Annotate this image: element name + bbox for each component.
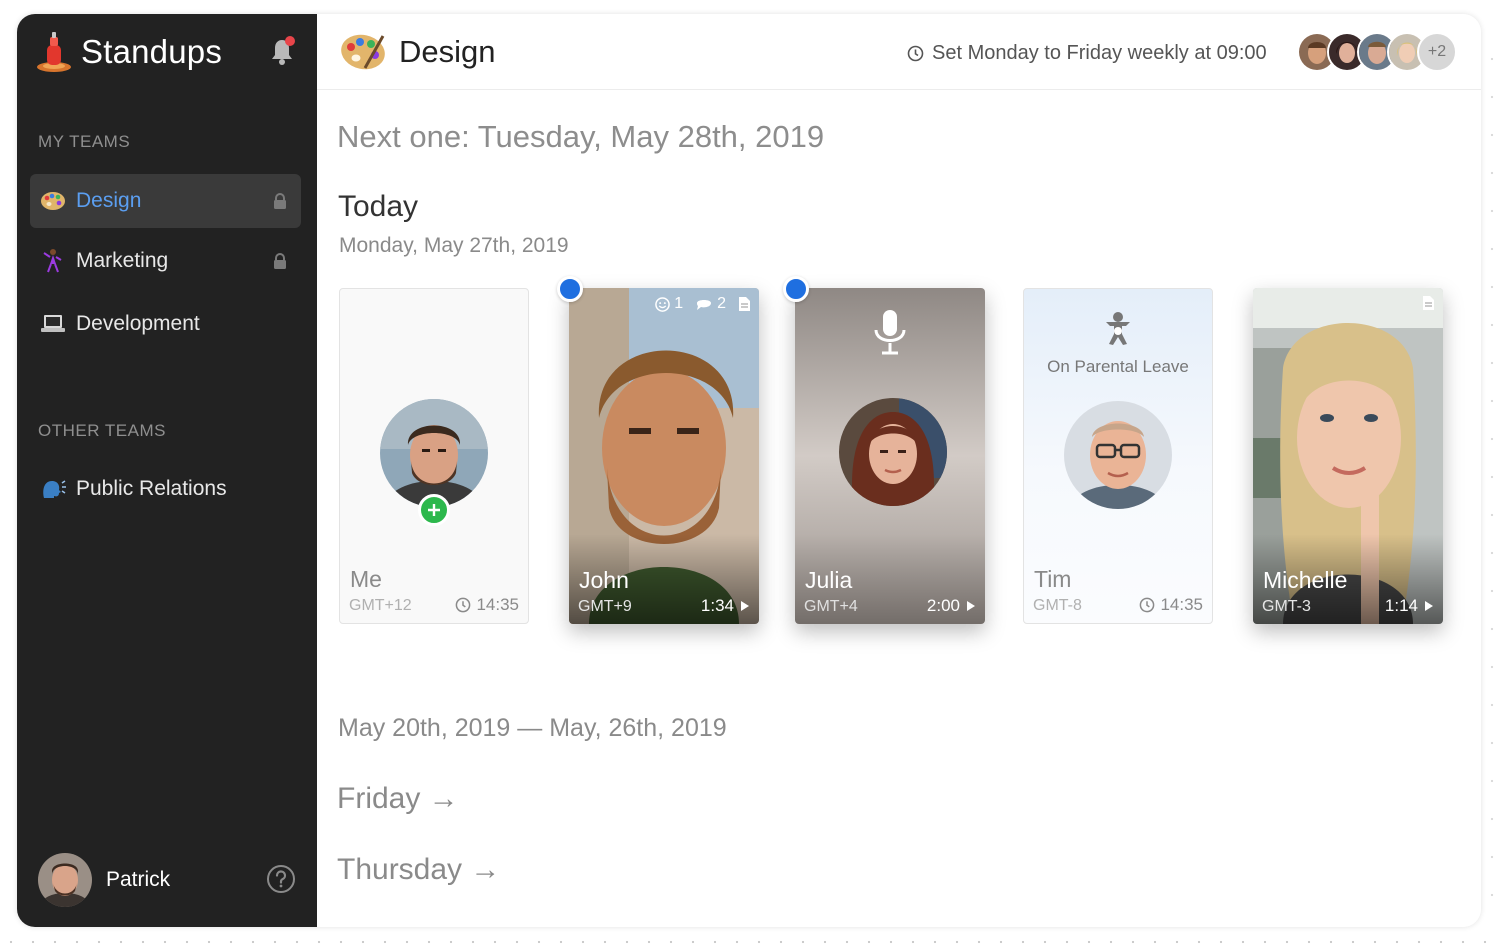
today-date: Monday, May 27th, 2019 — [339, 234, 569, 257]
app-window: Standups MY TEAMS Design Marketing Devel… — [17, 14, 1481, 927]
member-timezone: GMT+4 — [804, 598, 858, 615]
comment-count: 2 — [717, 295, 726, 312]
play-duration[interactable]: 1:34 — [701, 596, 750, 616]
lock-icon — [273, 253, 287, 269]
standup-card-me[interactable]: Me GMT+12 14:35 — [339, 288, 529, 624]
team-members[interactable]: +2 — [1297, 32, 1457, 72]
brand[interactable]: Standups — [35, 30, 222, 74]
schedule-text: Set Monday to Friday weekly at 09:00 — [932, 42, 1267, 64]
today-heading: Today — [338, 190, 419, 223]
avatar[interactable] — [38, 853, 92, 907]
member-timezone: GMT-8 — [1033, 597, 1082, 614]
member-timezone: GMT+12 — [349, 597, 412, 614]
background-dots-right — [1486, 40, 1498, 927]
sidebar-item-public-relations[interactable]: Public Relations — [30, 462, 301, 516]
standup-card-john[interactable]: 1 2 John GMT+9 1:34 — [569, 288, 759, 624]
member-name: John — [579, 567, 629, 593]
lock-icon — [273, 193, 287, 209]
member-timezone: GMT+9 — [578, 598, 632, 615]
unseen-indicator — [783, 276, 809, 302]
add-standup-button[interactable] — [418, 494, 450, 526]
sidebar-item-development[interactable]: Development — [30, 297, 301, 351]
standups-logo-icon — [35, 31, 73, 73]
time-label: 14:35 — [476, 595, 519, 614]
help-icon[interactable] — [266, 864, 296, 894]
leave-status: On Parental Leave — [1047, 357, 1189, 376]
current-user[interactable]: Patrick — [38, 852, 300, 908]
document-icon — [1423, 296, 1434, 310]
sidebar-item-marketing[interactable]: Marketing — [30, 234, 301, 288]
palette-icon — [339, 30, 387, 74]
standup-card-tim[interactable]: On Parental Leave Tim GMT-8 14:35 — [1023, 288, 1213, 624]
page-title: Design — [399, 34, 496, 69]
sidebar-item-label: Public Relations — [76, 477, 227, 500]
play-duration[interactable]: 2:00 — [927, 596, 976, 616]
day-link-thursday[interactable]: Thursday → — [337, 853, 500, 887]
time-label: 14:35 — [1160, 595, 1203, 614]
background-dots-bottom — [0, 940, 1500, 944]
clock-icon — [456, 597, 471, 613]
document-icon — [739, 297, 750, 311]
play-icon — [741, 601, 749, 611]
sidebar: Standups MY TEAMS Design Marketing Devel… — [17, 14, 317, 927]
duration-label: 1:14 — [1384, 596, 1418, 615]
standup-card-julia[interactable]: Julia GMT+4 2:00 — [795, 288, 985, 624]
member-name: Tim — [1034, 566, 1072, 592]
member-name: Michelle — [1263, 567, 1348, 593]
avatar — [1064, 401, 1172, 509]
smiley-icon — [655, 296, 670, 312]
sidebar-item-label: Development — [76, 312, 200, 335]
schedule-setting[interactable]: Set Monday to Friday weekly at 09:00 — [907, 42, 1267, 65]
member-timezone: GMT-3 — [1262, 598, 1311, 615]
main-content: Design Set Monday to Friday weekly at 09… — [317, 14, 1481, 927]
card-stats — [1422, 295, 1435, 311]
week-range-heading: May 20th, 2019 — May, 26th, 2019 — [338, 714, 727, 742]
avatar — [380, 399, 488, 507]
scheduled-time: 14:35 — [1139, 595, 1203, 615]
laptop-icon — [40, 311, 66, 337]
sidebar-item-design[interactable]: Design — [30, 174, 301, 228]
comment-icon — [697, 299, 712, 310]
play-icon — [1425, 601, 1433, 611]
reaction-count: 1 — [674, 295, 684, 312]
member-name: Me — [350, 566, 382, 592]
more-members-badge[interactable]: +2 — [1417, 32, 1457, 72]
play-icon — [967, 601, 975, 611]
other-teams-heading: OTHER TEAMS — [38, 421, 166, 440]
plus-icon — [428, 504, 440, 516]
baby-icon — [1103, 311, 1133, 352]
duration-label: 2:00 — [926, 596, 960, 615]
my-teams-heading: MY TEAMS — [38, 132, 131, 151]
dancer-icon — [40, 248, 66, 274]
day-link-friday[interactable]: Friday → — [337, 782, 459, 816]
user-name: Patrick — [106, 868, 171, 891]
avatar — [839, 398, 947, 506]
member-name: Julia — [805, 567, 853, 593]
speaking-head-icon — [40, 476, 66, 502]
sidebar-item-label: Marketing — [76, 249, 169, 272]
header-bar: Design Set Monday to Friday weekly at 09… — [317, 14, 1481, 90]
clock-icon — [1140, 597, 1155, 613]
unseen-indicator — [557, 276, 583, 302]
next-standup-label: Next one: Tuesday, May 28th, 2019 — [337, 119, 825, 154]
sidebar-item-label: Design — [76, 189, 142, 212]
palette-icon — [40, 188, 66, 214]
play-duration[interactable]: 1:14 — [1385, 596, 1434, 616]
notification-bell-icon[interactable] — [267, 34, 297, 68]
duration-label: 1:34 — [700, 596, 734, 615]
app-name: Standups — [81, 33, 223, 70]
microphone-icon — [872, 308, 908, 361]
scheduled-time: 14:35 — [455, 595, 519, 615]
standup-card-michelle[interactable]: Michelle GMT-3 1:14 — [1253, 288, 1443, 624]
card-stats: 1 2 — [655, 295, 751, 313]
clock-icon — [907, 45, 924, 62]
